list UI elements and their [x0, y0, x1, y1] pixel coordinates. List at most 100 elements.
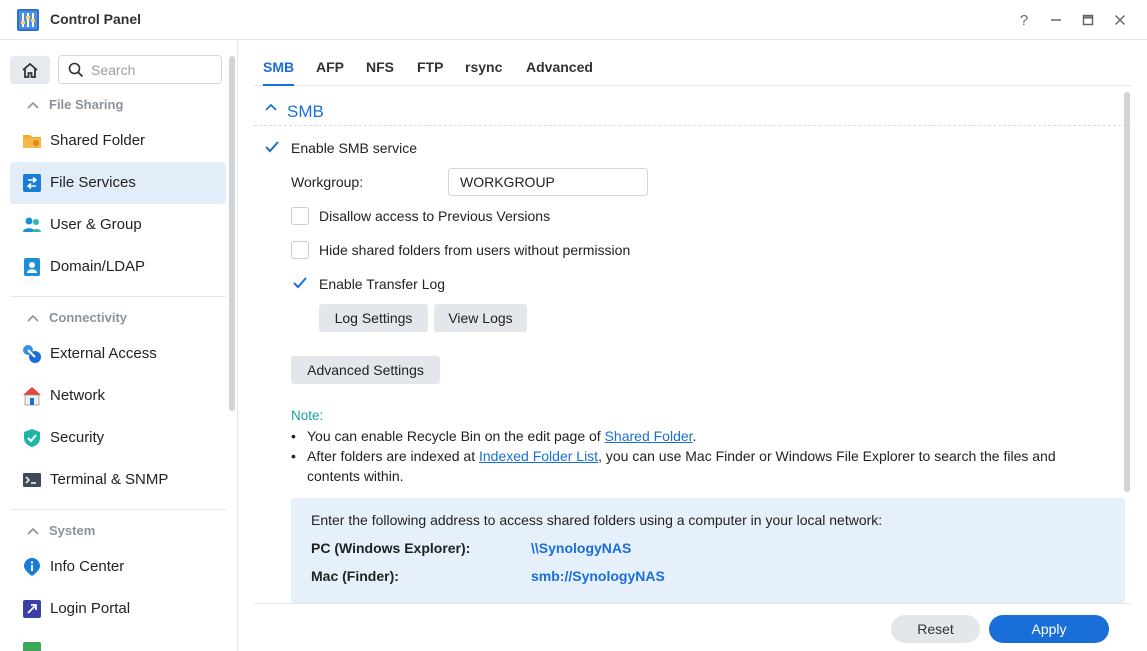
- sidebar-item-label: Login Portal: [50, 600, 131, 617]
- note-text-suffix: .: [692, 428, 697, 444]
- list-item: • After folders are indexed at Indexed F…: [291, 446, 1111, 486]
- note-text-prefix: You can enable Recycle Bin on the edit p…: [307, 428, 605, 444]
- sidebar-item-label: Network: [50, 387, 106, 404]
- sidebar-item-label: Security: [50, 429, 105, 446]
- advanced-settings-button[interactable]: Advanced Settings: [291, 356, 440, 384]
- log-settings-button[interactable]: Log Settings: [319, 304, 428, 332]
- footer: Reset Apply: [254, 603, 1131, 651]
- home-button[interactable]: [10, 56, 50, 84]
- pc-label: PC (Windows Explorer):: [311, 540, 471, 556]
- content-scrollbar[interactable]: [1124, 92, 1130, 492]
- maximize-icon: [1082, 14, 1094, 26]
- mac-address: smb://SynologyNAS: [531, 568, 665, 584]
- section-label: File Sharing: [49, 97, 124, 112]
- file-services-icon: [23, 174, 41, 192]
- sidebar-item-network[interactable]: Network: [10, 375, 226, 417]
- minimize-icon: [1051, 19, 1061, 21]
- tab-nfs[interactable]: NFS: [366, 59, 394, 75]
- workgroup-label: Workgroup:: [291, 174, 364, 190]
- tab-ftp[interactable]: FTP: [417, 59, 443, 75]
- search-input[interactable]: [91, 60, 216, 80]
- note-title: Note:: [291, 408, 324, 423]
- pc-address: \\SynologyNAS: [531, 540, 632, 556]
- login-portal-icon: [23, 600, 41, 618]
- help-button[interactable]: ?: [1013, 9, 1035, 31]
- sidebar-item-info-center[interactable]: Info Center: [10, 546, 226, 588]
- control-panel-icon: [17, 9, 39, 31]
- smb-section-header[interactable]: SMB: [254, 99, 1131, 126]
- tab-bar: SMB AFP NFS FTP rsync Advanced: [254, 40, 1131, 86]
- enable-transfer-log-checkbox[interactable]: [291, 274, 309, 292]
- home-icon: [22, 62, 38, 78]
- workgroup-input[interactable]: [448, 168, 648, 196]
- close-icon: [1114, 14, 1126, 26]
- sidebar-item-terminal-snmp[interactable]: Terminal & SNMP: [10, 459, 226, 501]
- disallow-previous-versions-label: Disallow access to Previous Versions: [319, 208, 551, 224]
- sidebar-item-label: File Services: [50, 174, 136, 191]
- maximize-button[interactable]: [1077, 9, 1099, 31]
- close-button[interactable]: [1109, 9, 1131, 31]
- chevron-up-icon: [27, 314, 39, 322]
- apply-button[interactable]: Apply: [989, 615, 1109, 643]
- sidebar-item-domain-ldap[interactable]: Domain/LDAP: [10, 246, 226, 288]
- hide-shared-folders-label: Hide shared folders from users without p…: [319, 242, 631, 258]
- external-access-icon: [23, 345, 41, 363]
- shield-icon: [24, 429, 40, 447]
- checkmark-icon: [265, 141, 279, 153]
- chevron-up-icon: [27, 101, 39, 109]
- enable-smb-label: Enable SMB service: [291, 140, 418, 156]
- folder-icon: [23, 135, 41, 148]
- minimize-button[interactable]: [1045, 9, 1067, 31]
- window-title: Control Panel: [50, 11, 142, 27]
- hide-shared-folders-checkbox[interactable]: [291, 241, 309, 259]
- reset-button[interactable]: Reset: [891, 615, 980, 643]
- checkmark-icon: [293, 277, 307, 289]
- sidebar-item-label: User & Group: [50, 216, 142, 233]
- section-connectivity[interactable]: Connectivity: [24, 310, 127, 325]
- sidebar-item-user-group[interactable]: User & Group: [10, 204, 226, 246]
- tab-advanced[interactable]: Advanced: [526, 59, 593, 75]
- mac-label: Mac (Finder):: [311, 568, 399, 584]
- search-field[interactable]: [58, 55, 222, 84]
- sidebar-item-label: Info Center: [50, 558, 125, 575]
- chevron-up-icon: [27, 527, 39, 535]
- sidebar-item-partial[interactable]: [10, 630, 226, 651]
- bullet: •: [291, 428, 296, 444]
- indexed-folder-list-link[interactable]: Indexed Folder List: [479, 448, 598, 464]
- network-icon: [23, 387, 41, 406]
- sidebar-item-external-access[interactable]: External Access: [10, 333, 226, 375]
- search-icon: [68, 62, 84, 78]
- section-title: SMB: [287, 102, 324, 121]
- sidebar-scrollbar[interactable]: [229, 56, 235, 411]
- sidebar: File Sharing Shared Folder File Services…: [0, 40, 238, 651]
- note-text: You can enable Recycle Bin on the edit p…: [307, 426, 1107, 446]
- section-file-sharing[interactable]: File Sharing: [24, 97, 123, 112]
- view-logs-button[interactable]: View Logs: [434, 304, 527, 332]
- sidebar-item-label: External Access: [50, 345, 157, 362]
- sidebar-item-security[interactable]: Security: [10, 417, 226, 459]
- region-icon: [23, 642, 41, 651]
- title-bar: Control Panel ?: [0, 0, 1147, 40]
- tab-smb[interactable]: SMB: [263, 59, 295, 86]
- section-label: Connectivity: [49, 310, 128, 325]
- disallow-previous-versions-checkbox[interactable]: [291, 207, 309, 225]
- sidebar-item-login-portal[interactable]: Login Portal: [10, 588, 226, 630]
- tab-afp[interactable]: AFP: [316, 59, 344, 75]
- shared-folder-link[interactable]: Shared Folder: [605, 428, 693, 444]
- info-icon: [24, 558, 40, 576]
- sidebar-item-shared-folder[interactable]: Shared Folder: [10, 120, 226, 162]
- section-system[interactable]: System: [24, 523, 95, 538]
- enable-transfer-log-label: Enable Transfer Log: [319, 276, 446, 292]
- tab-rsync[interactable]: rsync: [465, 59, 502, 75]
- sidebar-item-label: Shared Folder: [50, 132, 146, 149]
- sidebar-divider: [10, 509, 226, 510]
- sidebar-item-file-services[interactable]: File Services: [10, 162, 226, 204]
- note-list: • You can enable Recycle Bin on the edit…: [291, 426, 1111, 486]
- users-icon: [23, 217, 41, 232]
- smb-settings-panel: SMB Enable SMB service Workgroup: Disall…: [254, 87, 1131, 603]
- note-text: After folders are indexed at Indexed Fol…: [307, 446, 1107, 486]
- terminal-icon: [23, 473, 41, 487]
- bullet: •: [291, 448, 296, 464]
- enable-smb-checkbox[interactable]: [263, 138, 281, 156]
- list-item: • You can enable Recycle Bin on the edit…: [291, 426, 1111, 446]
